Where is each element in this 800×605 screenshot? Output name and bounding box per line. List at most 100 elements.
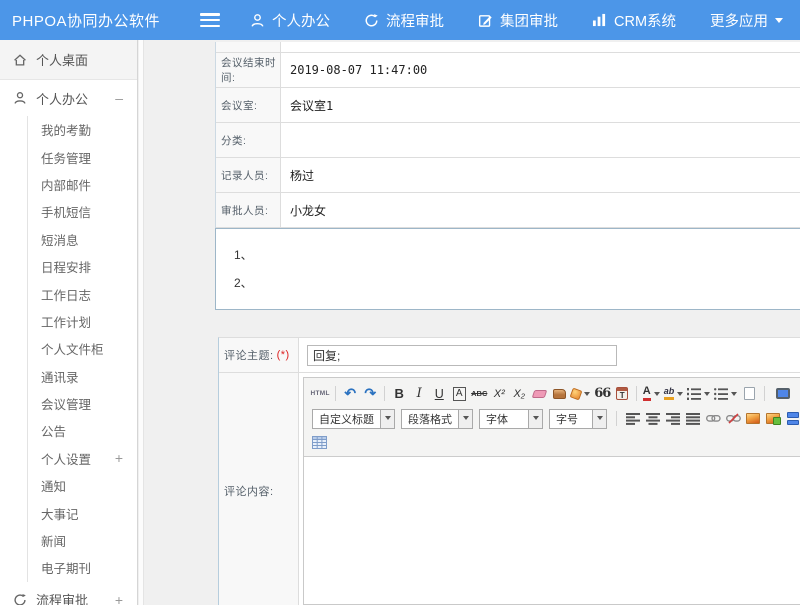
sidebar-item-events[interactable]: 大事记 xyxy=(28,499,137,526)
table-row-end-time: 会议结束时间: 2019-08-07 11:47:00 xyxy=(216,53,800,88)
unlink-icon[interactable] xyxy=(725,410,742,428)
sidebar-item-e-journal[interactable]: 电子期刊 xyxy=(28,554,137,581)
underline-icon[interactable]: U xyxy=(431,385,448,403)
sidebar-item-desktop[interactable]: 个人桌面 xyxy=(0,40,137,80)
insert-image-icon[interactable] xyxy=(765,410,782,428)
table-row-meeting-room: 会议室: 会议室1 xyxy=(216,88,800,123)
comment-content-label: 评论内容: xyxy=(219,373,299,605)
image-icon[interactable] xyxy=(745,410,762,428)
font-family-select[interactable]: 字体 xyxy=(479,409,543,429)
italic-icon[interactable]: I xyxy=(411,385,428,403)
field-label: 审批人员: xyxy=(216,193,281,227)
collapse-icon[interactable]: – xyxy=(115,91,123,105)
sidebar-item-file-cabinet[interactable]: 个人文件柜 xyxy=(28,335,137,362)
app-window: PHPOA协同办公软件 个人办公 流程审批 集团审批 CRM系统 更多应用 xyxy=(0,0,800,605)
nav-crm[interactable]: CRM系统 xyxy=(592,10,676,31)
format-painter-icon[interactable] xyxy=(551,385,568,403)
blockquote-icon[interactable]: 66 xyxy=(594,385,611,403)
preview-icon[interactable] xyxy=(775,385,792,403)
rich-text-editor: HTML ↶ ↷ B I U A ABC X² X₂ xyxy=(303,377,800,605)
remove-format-icon[interactable] xyxy=(531,385,548,403)
nav-workflow-approval[interactable]: 流程审批 xyxy=(364,10,444,31)
chevron-down-icon xyxy=(380,410,394,428)
paragraph-format-select[interactable]: 段落格式 xyxy=(401,409,473,429)
sidebar-item-contacts[interactable]: 通讯录 xyxy=(28,363,137,390)
font-size-select[interactable]: 字号 xyxy=(549,409,607,429)
app-logo: PHPOA协同办公软件 xyxy=(0,10,178,31)
link-icon[interactable] xyxy=(705,410,722,428)
note-line: 1、 xyxy=(234,241,800,269)
redo-icon[interactable]: ↷ xyxy=(362,385,379,403)
nav-more-apps[interactable]: 更多应用 xyxy=(710,10,783,31)
sidebar-item-work-plan[interactable]: 工作计划 xyxy=(28,308,137,335)
chart-icon xyxy=(592,13,607,27)
editor-content-area[interactable] xyxy=(304,457,800,604)
history-icon xyxy=(13,593,27,605)
font-color-icon[interactable]: A xyxy=(643,385,661,403)
expand-icon[interactable]: + xyxy=(115,593,123,605)
field-label: 分类: xyxy=(216,123,281,157)
required-mark: (*) xyxy=(277,349,290,361)
undo-icon[interactable]: ↶ xyxy=(342,385,359,403)
editor-toolbar: HTML ↶ ↷ B I U A ABC X² X₂ xyxy=(304,378,800,457)
sidebar-item-work-log[interactable]: 工作日志 xyxy=(28,280,137,307)
bold-icon[interactable]: B xyxy=(391,385,408,403)
heading-style-select[interactable]: 自定义标题 xyxy=(312,409,395,429)
note-line: 2、 xyxy=(234,269,800,297)
expand-icon[interactable]: + xyxy=(115,451,123,465)
field-value: 会议室1 xyxy=(281,88,800,122)
strikethrough-icon[interactable]: ABC xyxy=(471,385,488,403)
field-value xyxy=(281,123,800,157)
align-left-icon[interactable] xyxy=(625,410,642,428)
caret-down-icon xyxy=(775,18,783,27)
align-right-icon[interactable] xyxy=(665,410,682,428)
sidebar-item-internal-mail[interactable]: 内部邮件 xyxy=(28,171,137,198)
comment-subject-input[interactable] xyxy=(307,345,617,366)
history-icon xyxy=(364,13,379,28)
table-icon[interactable] xyxy=(311,434,328,452)
justify-icon[interactable] xyxy=(685,410,702,428)
sidebar-item-announcement[interactable]: 公告 xyxy=(28,417,137,444)
sidebar-scrollbar[interactable] xyxy=(139,40,144,605)
sidebar-item-personal-settings[interactable]: 个人设置+ xyxy=(28,445,137,472)
sidebar-item-notice[interactable]: 通知 xyxy=(28,472,137,499)
sidebar-item-attendance[interactable]: 我的考勤 xyxy=(28,116,137,143)
edit-icon xyxy=(478,13,493,28)
table-row-category: 分类: xyxy=(216,123,800,158)
table-row-approver: 审批人员: 小龙女 xyxy=(216,193,800,228)
chevron-down-icon xyxy=(592,410,606,428)
new-document-icon[interactable] xyxy=(741,385,758,403)
auto-typeset-icon[interactable] xyxy=(571,385,591,403)
highlight-color-icon[interactable]: ab xyxy=(664,385,685,403)
sidebar-item-short-message[interactable]: 短消息 xyxy=(28,226,137,253)
toolbar-row-2: 自定义标题 段落格式 字体 xyxy=(309,406,800,431)
sidebar-submenu: 我的考勤 任务管理 内部邮件 手机短信 短消息 日程安排 工作日志 工作计划 个… xyxy=(27,116,137,582)
field-value: 小龙女 xyxy=(281,193,800,227)
sidebar-item-news[interactable]: 新闻 xyxy=(28,527,137,554)
html-source-button[interactable]: HTML xyxy=(311,385,330,403)
font-style-box-icon[interactable]: A xyxy=(453,387,466,401)
subscript-icon[interactable]: X₂ xyxy=(511,385,528,403)
align-center-icon[interactable] xyxy=(645,410,662,428)
table-row-recorder: 记录人员: 杨过 xyxy=(216,158,800,193)
unordered-list-icon[interactable] xyxy=(714,385,738,403)
chevron-down-icon xyxy=(458,410,472,428)
sidebar-item-schedule[interactable]: 日程安排 xyxy=(28,253,137,280)
sidebar-item-personal-office[interactable]: 个人办公 – xyxy=(0,80,137,116)
field-label: 会议室: xyxy=(216,88,281,122)
media-icon[interactable] xyxy=(785,410,800,428)
sidebar-item-workflow-approval[interactable]: 流程审批 + xyxy=(0,582,137,605)
nav-personal-office[interactable]: 个人办公 xyxy=(250,10,330,31)
hamburger-icon[interactable] xyxy=(200,13,220,27)
home-icon xyxy=(13,53,27,67)
sidebar-item-mobile-sms[interactable]: 手机短信 xyxy=(28,198,137,225)
sidebar: 个人桌面 个人办公 – 我的考勤 任务管理 内部邮件 手机短信 短消息 日程安排… xyxy=(0,40,138,605)
toolbar-row-1: HTML ↶ ↷ B I U A ABC X² X₂ xyxy=(309,381,800,406)
sidebar-item-tasks[interactable]: 任务管理 xyxy=(28,143,137,170)
insert-template-icon[interactable] xyxy=(614,385,631,403)
ordered-list-icon[interactable] xyxy=(687,385,711,403)
sidebar-item-meeting-management[interactable]: 会议管理 xyxy=(28,390,137,417)
superscript-icon[interactable]: X² xyxy=(491,385,508,403)
meeting-detail-table: 会议结束时间: 2019-08-07 11:47:00 会议室: 会议室1 分类… xyxy=(215,42,800,228)
nav-group-approval[interactable]: 集团审批 xyxy=(478,10,558,31)
